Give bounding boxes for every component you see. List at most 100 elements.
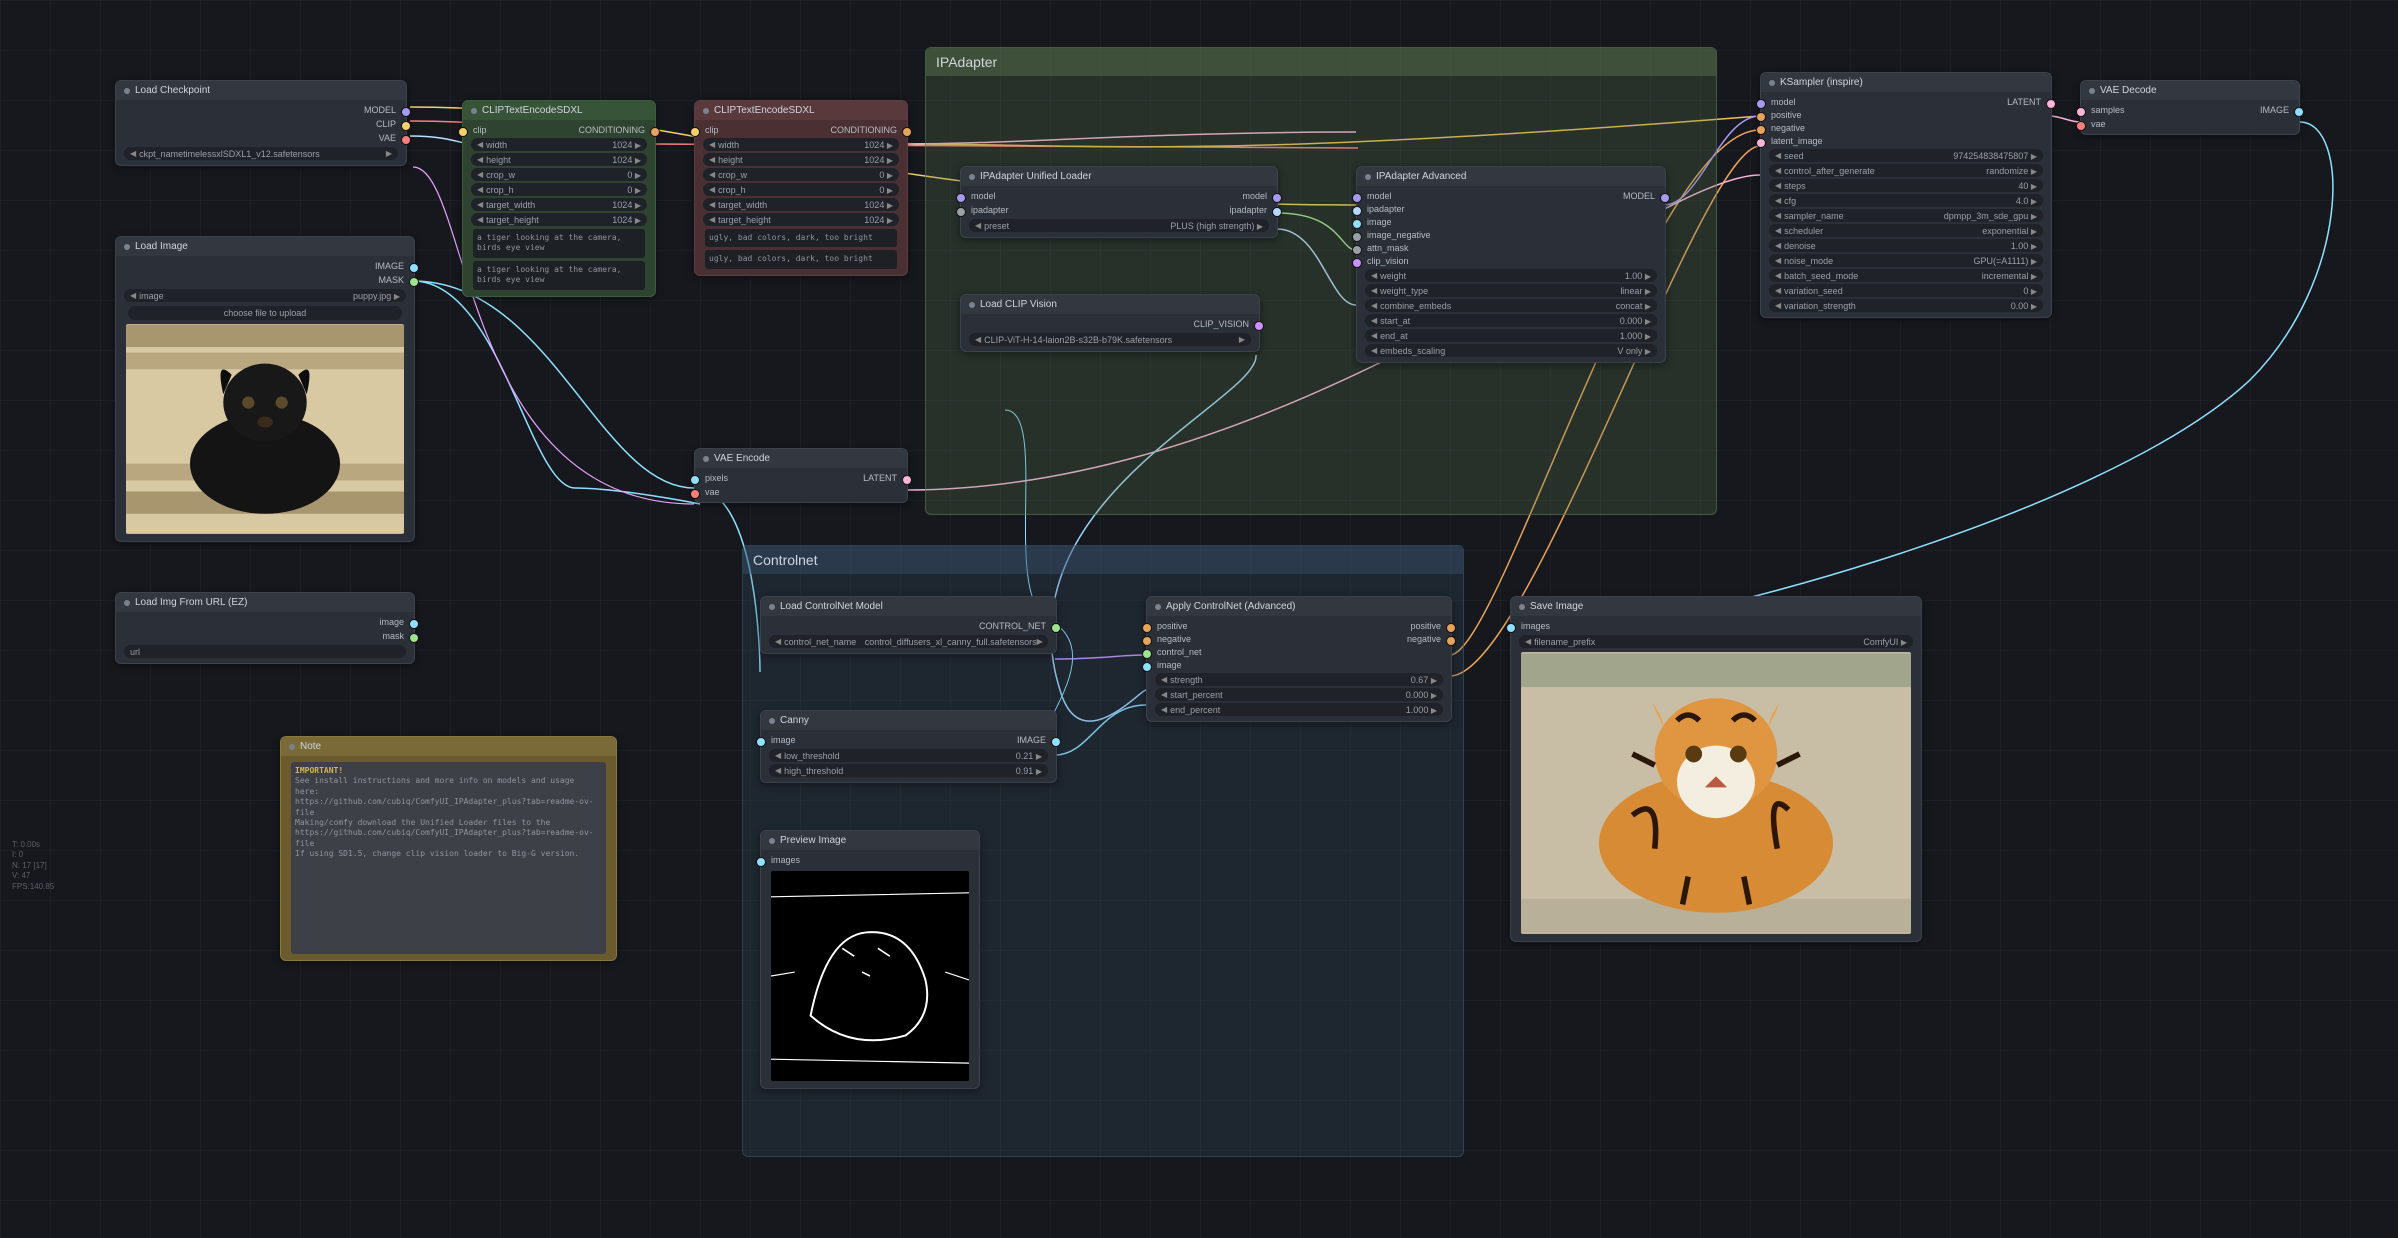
- node-load-img-url[interactable]: Load Img From URL (EZ) image mask url: [115, 592, 415, 664]
- node-ipadapter-advanced[interactable]: IPAdapter Advanced modelMODEL ipadapter …: [1356, 166, 1666, 363]
- input-attn-mask: attn_mask: [1367, 243, 1409, 253]
- output-image-preview: [1521, 652, 1911, 934]
- output-latent: LATENT: [2007, 97, 2041, 107]
- input-latent-image: latent_image: [1771, 136, 1823, 146]
- output-image: IMAGE: [2260, 105, 2289, 115]
- input-model: model: [1367, 191, 1392, 201]
- noise-mode-widget[interactable]: ◀noise_modeGPU(=A1111) ▶: [1769, 254, 2043, 267]
- tgth-widget[interactable]: ◀target_height1024 ▶: [703, 213, 899, 226]
- output-image: IMAGE: [1017, 735, 1046, 745]
- prompt-text-g[interactable]: a tiger looking at the camera, birds eye…: [473, 229, 645, 258]
- end-at-widget[interactable]: ◀end_at1.000 ▶: [1365, 329, 1657, 342]
- upload-button[interactable]: choose file to upload: [128, 306, 402, 320]
- width-widget[interactable]: ◀width1024 ▶: [703, 138, 899, 151]
- note-text[interactable]: IMPORTANT! See install instructions and …: [291, 762, 606, 954]
- batch-seed-mode-widget[interactable]: ◀batch_seed_modeincremental ▶: [1769, 269, 2043, 282]
- steps-widget[interactable]: ◀steps40 ▶: [1769, 179, 2043, 192]
- seed-widget[interactable]: ◀seed974254838475807 ▶: [1769, 149, 2043, 162]
- input-image: image: [1157, 660, 1182, 670]
- weight-widget[interactable]: ◀weight1.00 ▶: [1365, 269, 1657, 282]
- output-image: IMAGE: [120, 259, 410, 273]
- prompt-text-l[interactable]: ugly, bad colors, dark, too bright: [705, 250, 897, 268]
- input-negative: negative: [1771, 123, 1805, 133]
- embeds-scaling-widget[interactable]: ◀embeds_scalingV only ▶: [1365, 344, 1657, 357]
- input-ipadapter: ipadapter: [971, 205, 1009, 215]
- output-latent: LATENT: [863, 473, 897, 483]
- node-save-image[interactable]: Save Image images ◀filename_prefixComfyU…: [1510, 596, 1922, 942]
- node-vae-encode[interactable]: VAE Encode pixelsLATENT vae: [694, 448, 908, 503]
- node-ksampler[interactable]: KSampler (inspire) modelLATENT positive …: [1760, 72, 2052, 318]
- control-after-gen-widget[interactable]: ◀control_after_generaterandomize ▶: [1769, 164, 2043, 177]
- start-at-widget[interactable]: ◀start_at0.000 ▶: [1365, 314, 1657, 327]
- tgth-widget[interactable]: ◀target_height1024 ▶: [471, 213, 647, 226]
- output-conditioning: CONDITIONING: [579, 125, 646, 135]
- clip-name-select[interactable]: ◀CLIP-ViT-H-14-laion2B-s32B-b79K.safeten…: [969, 333, 1251, 346]
- prompt-text-g[interactable]: ugly, bad colors, dark, too bright: [705, 229, 897, 247]
- tgtw-widget[interactable]: ◀target_width1024 ▶: [703, 198, 899, 211]
- croph-widget[interactable]: ◀crop_h0 ▶: [471, 183, 647, 196]
- node-load-controlnet[interactable]: Load ControlNet Model CONTROL_NET ◀contr…: [760, 596, 1057, 654]
- output-vae: VAE: [120, 131, 402, 145]
- input-images: images: [771, 855, 800, 865]
- input-clip-vision: clip_vision: [1367, 256, 1409, 266]
- filename-prefix-widget[interactable]: ◀filename_prefixComfyUI ▶: [1519, 635, 1913, 648]
- node-graph-canvas[interactable]: IPAdapter Controlnet Load Checkpoint MOD…: [0, 0, 2398, 1238]
- variation-strength-widget[interactable]: ◀variation_strength0.00 ▶: [1769, 299, 2043, 312]
- input-vae: vae: [2091, 119, 2106, 129]
- output-model: MODEL: [1623, 191, 1655, 201]
- croph-widget[interactable]: ◀crop_h0 ▶: [703, 183, 899, 196]
- node-load-image[interactable]: Load Image IMAGE MASK ◀imagepuppy.jpg ▶ …: [115, 236, 415, 542]
- node-apply-controlnet[interactable]: Apply ControlNet (Advanced) positiveposi…: [1146, 596, 1452, 722]
- output-conditioning: CONDITIONING: [831, 125, 898, 135]
- preview-thumbnail: [771, 871, 969, 1081]
- chevron-right-icon: ▶: [386, 149, 392, 158]
- low-threshold-widget[interactable]: ◀low_threshold0.21 ▶: [769, 749, 1048, 762]
- start-percent-widget[interactable]: ◀start_percent0.000 ▶: [1155, 688, 1443, 701]
- input-samples: samples: [2091, 105, 2125, 115]
- node-canny[interactable]: Canny imageIMAGE ◀low_threshold0.21 ▶ ◀h…: [760, 710, 1057, 783]
- node-load-checkpoint[interactable]: Load Checkpoint MODEL CLIP VAE ◀ckpt_nam…: [115, 80, 407, 166]
- cropw-widget[interactable]: ◀crop_w0 ▶: [703, 168, 899, 181]
- performance-stats: T: 0.00sI: 0N: 17 [17]V: 47FPS:140.85: [12, 840, 54, 892]
- controlnet-model-select[interactable]: ◀control_net_name control_diffusers_xl_c…: [769, 635, 1048, 648]
- node-clip-negative[interactable]: CLIPTextEncodeSDXL clipCONDITIONING ◀wid…: [694, 100, 908, 276]
- output-mask: MASK: [120, 273, 410, 287]
- cfg-widget[interactable]: ◀cfg4.0 ▶: [1769, 194, 2043, 207]
- output-model: MODEL: [120, 103, 402, 117]
- chevron-left-icon: ◀: [130, 149, 136, 158]
- weight-type-widget[interactable]: ◀weight_typelinear ▶: [1365, 284, 1657, 297]
- input-clip: clip: [473, 125, 487, 135]
- cropw-widget[interactable]: ◀crop_w0 ▶: [471, 168, 647, 181]
- sampler-name-widget[interactable]: ◀sampler_namedpmpp_3m_sde_gpu ▶: [1769, 209, 2043, 222]
- tgtw-widget[interactable]: ◀target_width1024 ▶: [471, 198, 647, 211]
- height-widget[interactable]: ◀height1024 ▶: [703, 153, 899, 166]
- prompt-text-l[interactable]: a tiger looking at the camera, birds eye…: [473, 261, 645, 290]
- node-preview-image[interactable]: Preview Image images: [760, 830, 980, 1089]
- input-model: model: [1771, 97, 1796, 107]
- height-widget[interactable]: ◀height1024 ▶: [471, 153, 647, 166]
- strength-widget[interactable]: ◀strength0.67 ▶: [1155, 673, 1443, 686]
- output-image: image: [120, 615, 410, 629]
- high-threshold-widget[interactable]: ◀high_threshold0.91 ▶: [769, 764, 1048, 777]
- node-ipadapter-unified-loader[interactable]: IPAdapter Unified Loader modelmodel ipad…: [960, 166, 1278, 238]
- input-image-negative: image_negative: [1367, 230, 1431, 240]
- node-note[interactable]: Note IMPORTANT! See install instructions…: [280, 736, 617, 961]
- input-negative: negative: [1157, 634, 1191, 644]
- input-model: model: [971, 191, 996, 201]
- preset-select[interactable]: ◀presetPLUS (high strength) ▶: [969, 219, 1269, 232]
- denoise-widget[interactable]: ◀denoise1.00 ▶: [1769, 239, 2043, 252]
- scheduler-widget[interactable]: ◀schedulerexponential ▶: [1769, 224, 2043, 237]
- image-select[interactable]: ◀imagepuppy.jpg ▶: [124, 289, 406, 302]
- url-input[interactable]: url: [124, 645, 406, 658]
- variation-seed-widget[interactable]: ◀variation_seed0 ▶: [1769, 284, 2043, 297]
- node-load-clip-vision[interactable]: Load CLIP Vision CLIP_VISION ◀CLIP-ViT-H…: [960, 294, 1260, 352]
- input-positive: positive: [1771, 110, 1802, 120]
- node-vae-decode[interactable]: VAE Decode samplesIMAGE vae: [2080, 80, 2300, 135]
- width-widget[interactable]: ◀width1024 ▶: [471, 138, 647, 151]
- input-control-net: control_net: [1157, 647, 1202, 657]
- output-ipadapter: ipadapter: [1229, 205, 1267, 215]
- combine-embeds-widget[interactable]: ◀combine_embedsconcat ▶: [1365, 299, 1657, 312]
- ckpt-name-select[interactable]: ◀ckpt_nametimelessxlSDXL1_v12.safetensor…: [124, 147, 398, 160]
- end-percent-widget[interactable]: ◀end_percent1.000 ▶: [1155, 703, 1443, 716]
- node-clip-positive[interactable]: CLIPTextEncodeSDXL clipCONDITIONING ◀wid…: [462, 100, 656, 297]
